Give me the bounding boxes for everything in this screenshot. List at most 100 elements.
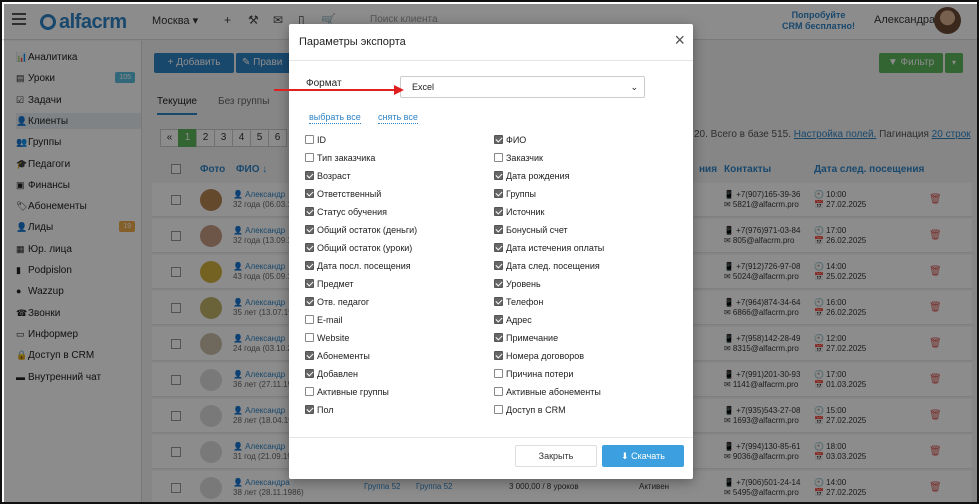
- export-dialog: Параметры экспорта × Формат Excel ⌄ выбра…: [289, 24, 693, 479]
- export-field-checkbox[interactable]: ID: [305, 134, 326, 146]
- checkbox-icon[interactable]: [494, 135, 503, 144]
- close-icon[interactable]: ×: [674, 30, 685, 50]
- export-field-label: Примечание: [506, 333, 559, 343]
- export-field-label: Уровень: [506, 279, 541, 289]
- export-field-label: Группы: [506, 189, 536, 199]
- checkbox-icon[interactable]: [305, 153, 314, 162]
- export-field-label: Дата рождения: [506, 171, 570, 181]
- export-field-label: Активные группы: [317, 387, 389, 397]
- dialog-title: Параметры экспорта: [299, 36, 406, 48]
- export-field-checkbox[interactable]: Заказчик: [494, 152, 543, 164]
- checkbox-icon[interactable]: [305, 297, 314, 306]
- export-field-checkbox[interactable]: Группы: [494, 188, 536, 200]
- export-field-label: Причина потери: [506, 369, 574, 379]
- export-field-checkbox[interactable]: Website: [305, 332, 349, 344]
- export-field-checkbox[interactable]: Источник: [494, 206, 544, 218]
- deselect-all-link[interactable]: снять все: [378, 112, 418, 124]
- export-field-checkbox[interactable]: Абонементы: [305, 350, 370, 362]
- export-field-checkbox[interactable]: Дата посл. посещения: [305, 260, 411, 272]
- checkbox-icon[interactable]: [494, 225, 503, 234]
- export-field-checkbox[interactable]: Телефон: [494, 296, 543, 308]
- checkbox-icon[interactable]: [305, 279, 314, 288]
- close-button[interactable]: Закрыть: [515, 445, 597, 467]
- export-field-label: Адрес: [506, 315, 532, 325]
- export-field-label: Предмет: [317, 279, 354, 289]
- export-field-checkbox[interactable]: Активные абонементы: [494, 386, 601, 398]
- chevron-down-icon: ⌄: [630, 82, 638, 92]
- checkbox-icon[interactable]: [305, 243, 314, 252]
- export-field-label: Абонементы: [317, 351, 370, 361]
- checkbox-icon[interactable]: [494, 279, 503, 288]
- export-field-checkbox[interactable]: Предмет: [305, 278, 354, 290]
- checkbox-icon[interactable]: [305, 315, 314, 324]
- export-field-checkbox[interactable]: Номера договоров: [494, 350, 584, 362]
- checkbox-icon[interactable]: [305, 135, 314, 144]
- download-button[interactable]: ⬇ Скачать: [602, 445, 684, 467]
- checkbox-icon[interactable]: [494, 207, 503, 216]
- checkbox-icon[interactable]: [305, 171, 314, 180]
- app-frame: alfacrm Москва ▾ + ⚒ ✉ ▯ 🛒 Поиск клиента…: [0, 0, 979, 504]
- checkbox-icon[interactable]: [305, 369, 314, 378]
- checkbox-icon[interactable]: [494, 261, 503, 270]
- export-field-checkbox[interactable]: Дата рождения: [494, 170, 570, 182]
- export-field-label: Дата след. посещения: [506, 261, 600, 271]
- checkbox-icon[interactable]: [305, 207, 314, 216]
- checkbox-icon[interactable]: [305, 225, 314, 234]
- export-field-checkbox[interactable]: Дата истечения оплаты: [494, 242, 604, 254]
- checkbox-icon[interactable]: [494, 369, 503, 378]
- export-field-checkbox[interactable]: Общий остаток (уроки): [305, 242, 412, 254]
- export-field-checkbox[interactable]: Ответственный: [305, 188, 381, 200]
- checkbox-icon[interactable]: [494, 171, 503, 180]
- export-field-checkbox[interactable]: Уровень: [494, 278, 541, 290]
- checkbox-icon[interactable]: [305, 405, 314, 414]
- export-field-label: Номера договоров: [506, 351, 585, 361]
- export-field-checkbox[interactable]: Пол: [305, 404, 334, 416]
- checkbox-icon[interactable]: [305, 261, 314, 270]
- export-field-checkbox[interactable]: Доступ в CRM: [494, 404, 566, 416]
- export-field-checkbox[interactable]: Дата след. посещения: [494, 260, 600, 272]
- export-field-label: Телефон: [506, 297, 544, 307]
- export-field-label: Доступ в CRM: [506, 405, 566, 415]
- checkbox-icon[interactable]: [494, 153, 503, 162]
- checkbox-icon[interactable]: [494, 333, 503, 342]
- select-all-link[interactable]: выбрать все: [309, 112, 361, 124]
- export-field-label: Заказчик: [506, 153, 543, 163]
- export-field-checkbox[interactable]: E-mail: [305, 314, 343, 326]
- checkbox-icon[interactable]: [305, 333, 314, 342]
- checkbox-icon[interactable]: [494, 297, 503, 306]
- export-field-label: Дата посл. посещения: [317, 261, 411, 271]
- export-field-checkbox[interactable]: Активные группы: [305, 386, 389, 398]
- export-field-label: Дата истечения оплаты: [506, 243, 605, 253]
- annotation-arrowhead: [394, 85, 404, 95]
- export-field-label: Статус обучения: [317, 207, 387, 217]
- export-field-checkbox[interactable]: Общий остаток (деньги): [305, 224, 417, 236]
- export-field-label: Добавлен: [317, 369, 358, 379]
- checkbox-icon[interactable]: [305, 387, 314, 396]
- export-field-checkbox[interactable]: ФИО: [494, 134, 526, 146]
- checkbox-icon[interactable]: [305, 351, 314, 360]
- divider: [289, 60, 693, 61]
- export-field-label: Общий остаток (деньги): [317, 225, 418, 235]
- export-field-checkbox[interactable]: Примечание: [494, 332, 558, 344]
- checkbox-icon[interactable]: [494, 387, 503, 396]
- checkbox-icon[interactable]: [494, 405, 503, 414]
- export-field-label: Бонусный счет: [506, 225, 568, 235]
- export-field-checkbox[interactable]: Тип заказчика: [305, 152, 375, 164]
- checkbox-icon[interactable]: [494, 351, 503, 360]
- export-field-label: Источник: [506, 207, 545, 217]
- export-field-checkbox[interactable]: Добавлен: [305, 368, 358, 380]
- checkbox-icon[interactable]: [494, 243, 503, 252]
- format-label: Формат: [306, 78, 342, 89]
- export-field-label: E-mail: [317, 315, 343, 325]
- checkbox-icon[interactable]: [494, 315, 503, 324]
- export-field-checkbox[interactable]: Адрес: [494, 314, 532, 326]
- export-field-checkbox[interactable]: Отв. педагог: [305, 296, 369, 308]
- export-field-checkbox[interactable]: Причина потери: [494, 368, 573, 380]
- checkbox-icon[interactable]: [494, 189, 503, 198]
- export-field-checkbox[interactable]: Статус обучения: [305, 206, 387, 218]
- export-field-checkbox[interactable]: Бонусный счет: [494, 224, 568, 236]
- format-select[interactable]: Excel ⌄: [400, 76, 645, 98]
- checkbox-icon[interactable]: [305, 189, 314, 198]
- export-field-label: ФИО: [506, 135, 527, 145]
- export-field-checkbox[interactable]: Возраст: [305, 170, 351, 182]
